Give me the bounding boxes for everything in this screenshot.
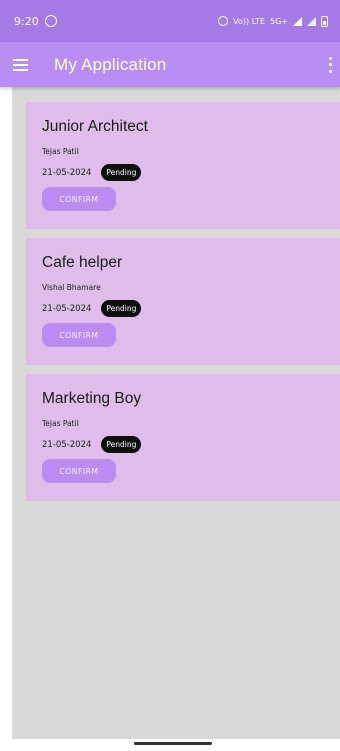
status-badge: Pending: [101, 164, 142, 181]
application-card[interactable]: Cafe helper Vishal Bhamare 21-05-2024 Pe…: [26, 238, 340, 365]
applicant-name: Tejas Patil: [42, 147, 79, 156]
application-list[interactable]: Junior Architect Tejas Patil 21-05-2024 …: [12, 87, 340, 739]
signal-icon: [293, 16, 302, 26]
application-date: 21-05-2024: [42, 439, 92, 450]
job-title: Junior Architect: [42, 118, 148, 135]
left-gutter: [0, 87, 12, 739]
application-card[interactable]: Junior Architect Tejas Patil 21-05-2024 …: [26, 102, 340, 229]
confirm-button[interactable]: CONFIRM: [42, 187, 116, 211]
application-date: 21-05-2024: [42, 303, 92, 314]
application-date: 21-05-2024: [42, 167, 92, 178]
status-badge: Pending: [101, 300, 142, 317]
confirm-button[interactable]: CONFIRM: [42, 459, 116, 483]
system-nav-bar: [0, 739, 340, 751]
home-gesture-handle[interactable]: [134, 742, 212, 745]
whatsapp-icon: [44, 15, 57, 27]
app-title: My Application: [54, 54, 167, 74]
more-vert-icon[interactable]: [328, 56, 332, 73]
signal-5g-icon: 5G+: [270, 16, 288, 26]
app-bar: My Application: [0, 42, 340, 87]
application-card[interactable]: Marketing Boy Tejas Patil 21-05-2024 Pen…: [26, 374, 340, 501]
status-badge: Pending: [101, 436, 142, 453]
status-icons: Vo)) LTE 5G+: [218, 15, 328, 27]
hamburger-menu-icon[interactable]: [13, 58, 28, 71]
volte-icon: Vo)) LTE: [233, 16, 265, 26]
confirm-button[interactable]: CONFIRM: [42, 323, 116, 347]
applicant-name: Tejas Patil: [42, 419, 79, 428]
job-title: Marketing Boy: [42, 390, 142, 407]
battery-icon: [321, 15, 328, 27]
alarm-icon: [218, 16, 229, 26]
status-bar: 9:20 Vo)) LTE 5G+: [0, 0, 340, 42]
signal-icon-2: [307, 16, 316, 26]
job-title: Cafe helper: [42, 254, 123, 271]
status-time: 9:20: [14, 14, 39, 28]
applicant-name: Vishal Bhamare: [42, 283, 101, 292]
